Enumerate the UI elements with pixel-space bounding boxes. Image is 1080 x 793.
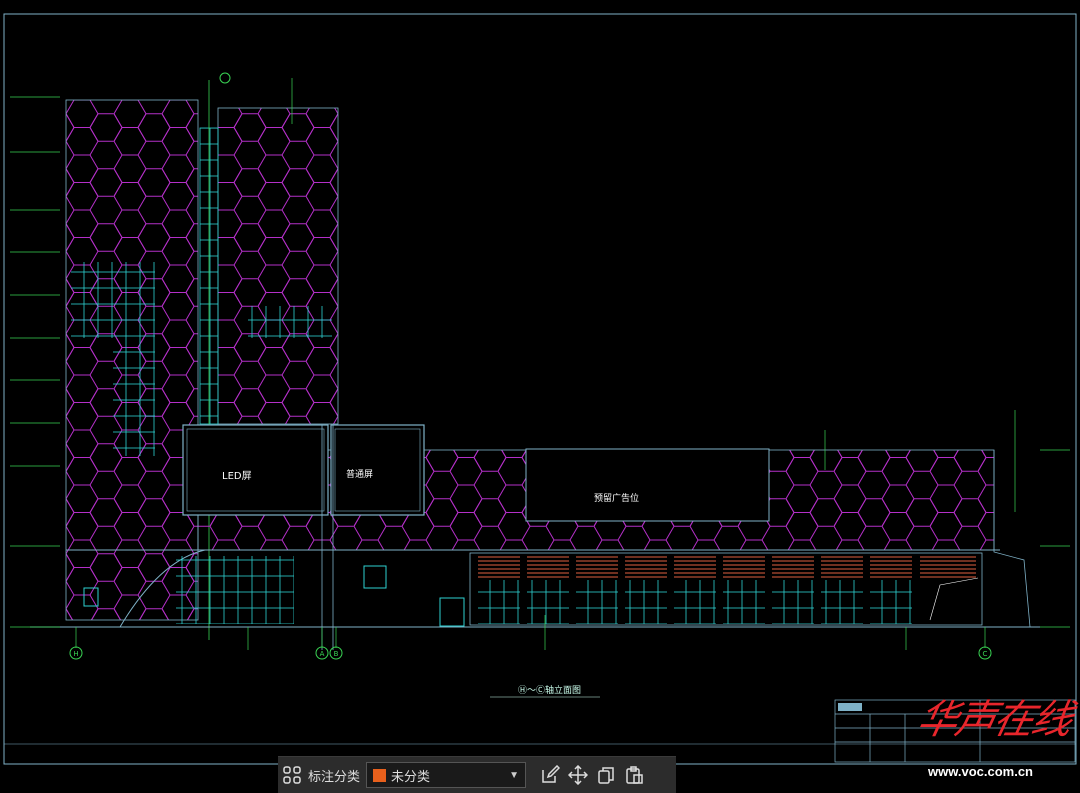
led-screen-label: LED屏 <box>222 471 252 482</box>
category-select[interactable]: 未分类 ▼ <box>366 762 527 788</box>
tower-right-hex <box>217 107 339 425</box>
paste-icon[interactable] <box>620 761 648 789</box>
common-screen <box>330 424 425 516</box>
grid-bubble-b-label: B <box>334 650 339 658</box>
grid-bubble-c-label: C <box>983 650 988 658</box>
watermark-logo: 华声在线 <box>913 697 1075 743</box>
level-markers-left <box>10 96 60 628</box>
category-color-swatch <box>373 768 387 782</box>
axis-bubble-top <box>219 72 231 84</box>
tower-left-glazing-2 <box>113 338 155 456</box>
right-end-wall <box>993 450 1031 628</box>
entrance-glazing <box>176 556 294 624</box>
copy-icon[interactable] <box>592 761 620 789</box>
watermark-url: www.voc.com.cn <box>928 764 1033 779</box>
right-ramp <box>929 577 979 621</box>
chevron-down-icon: ▼ <box>509 769 520 781</box>
edit-icon[interactable] <box>536 761 564 789</box>
grid-bubble-h-label: H <box>73 650 78 658</box>
ad-area <box>525 448 770 522</box>
shopfront-row <box>469 552 983 626</box>
grid-bubble-a-label: A <box>320 650 325 658</box>
level-markers-right <box>1040 449 1070 628</box>
tower-left-glazing <box>71 262 155 338</box>
annotation-toolbar: 标注分类 未分类 ▼ <box>278 756 676 793</box>
door-mid-2 <box>439 597 465 627</box>
tower-right-glazing <box>248 306 332 338</box>
grid-icon[interactable] <box>278 761 306 789</box>
annotation-category-label: 标注分类 <box>308 768 361 784</box>
led-screen <box>182 424 329 516</box>
drawing-title: Ⓗ～Ⓒ轴立面图 <box>518 686 582 696</box>
category-select-value: 未分类 <box>391 768 431 784</box>
move-icon[interactable] <box>564 761 592 789</box>
common-screen-label: 普通屏 <box>346 470 374 480</box>
watermark: 华声在线 www.voc.com.cn <box>913 697 1078 788</box>
door-mid <box>363 565 387 589</box>
cad-drawing-canvas[interactable]: H A B C <box>0 0 1080 792</box>
ad-area-label: 预留广告位 <box>594 494 640 504</box>
title-block-logo <box>838 703 862 711</box>
